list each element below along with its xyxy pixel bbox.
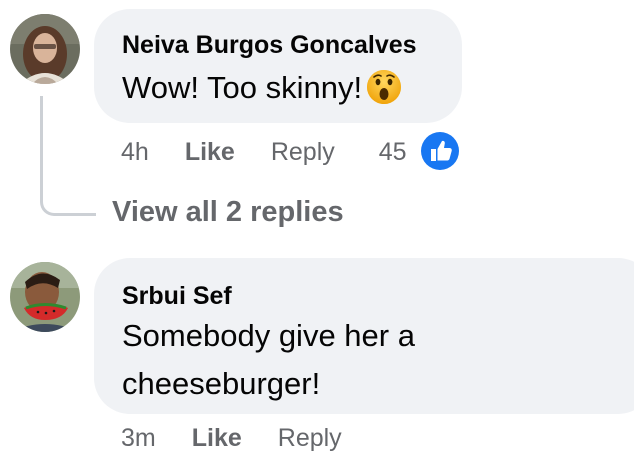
comment-text: Somebody give her a cheeseburger!: [122, 318, 415, 401]
thread-connector-line: [40, 96, 96, 216]
comment-text: Wow! Too skinny!: [122, 63, 462, 113]
like-button[interactable]: Like: [192, 424, 242, 453]
comment-timestamp[interactable]: 3m: [121, 424, 156, 453]
avatar[interactable]: [10, 14, 80, 84]
comment-thread: Neiva Burgos Goncalves Wow! Too skinny!: [0, 0, 634, 467]
avatar-image: [10, 14, 80, 84]
reply-button[interactable]: Reply: [271, 138, 335, 167]
reply-button[interactable]: Reply: [278, 424, 342, 453]
comment-text-content: Wow! Too skinny!: [122, 70, 363, 105]
comment-bubble: Srbui Sef Somebody give her a cheeseburg…: [94, 258, 634, 414]
comment-author[interactable]: Neiva Burgos Goncalves: [122, 29, 462, 61]
view-replies-link[interactable]: View all 2 replies: [112, 196, 344, 229]
avatar[interactable]: [10, 262, 80, 332]
avatar-image: [10, 262, 80, 332]
comment-bubble: Neiva Burgos Goncalves Wow! Too skinny!: [94, 9, 462, 123]
comment-actions: 3m Like Reply: [121, 420, 342, 456]
wow-emoji-icon: [366, 69, 402, 105]
reaction-count[interactable]: 45: [379, 138, 407, 167]
comment-author[interactable]: Srbui Sef: [122, 280, 634, 312]
like-button[interactable]: Like: [185, 138, 235, 167]
comment-timestamp[interactable]: 4h: [121, 138, 149, 167]
thumbs-up-icon[interactable]: [420, 131, 460, 171]
comment-actions: 4h Like Reply 45: [121, 134, 407, 170]
